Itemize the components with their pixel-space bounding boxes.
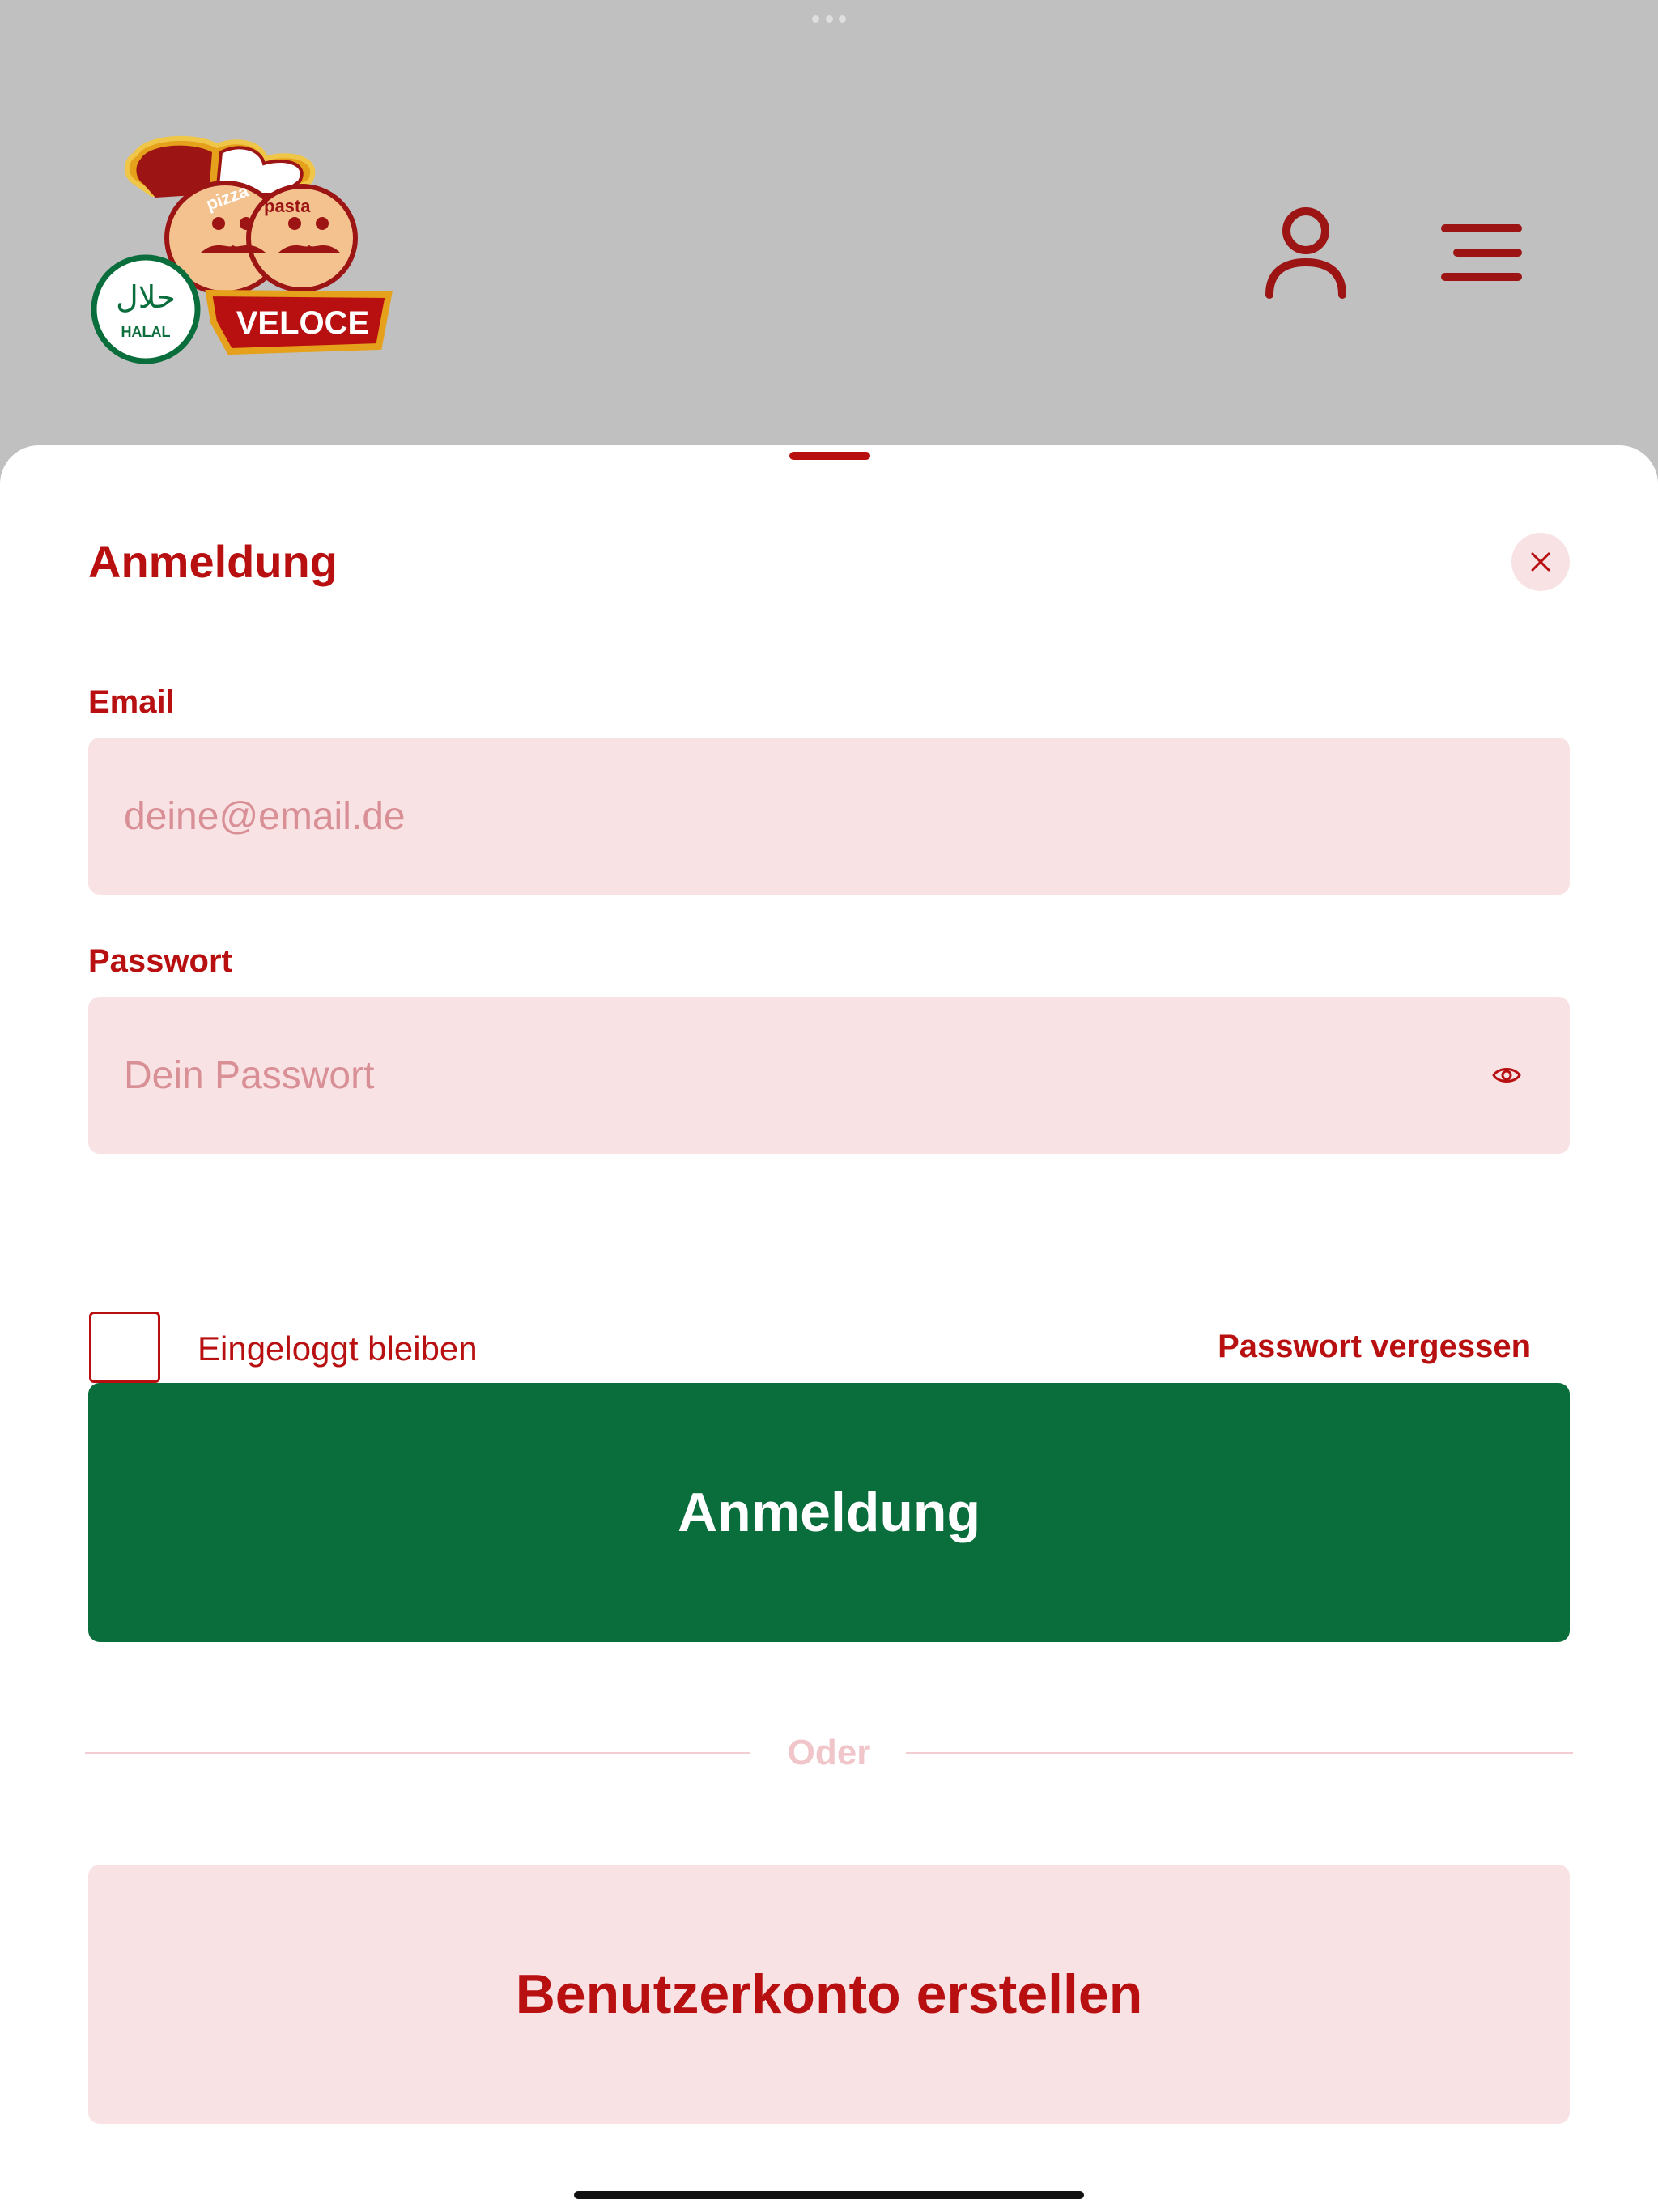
create-account-button[interactable]: Benutzerkonto erstellen [88, 1865, 1570, 2124]
toggle-password-visibility-button[interactable] [1489, 1057, 1524, 1093]
home-indicator[interactable] [574, 2191, 1084, 2199]
password-field[interactable] [88, 997, 1570, 1154]
email-field[interactable] [88, 738, 1570, 895]
forgot-password-link[interactable]: Passwort vergessen [1218, 1326, 1531, 1367]
sheet-grabber[interactable] [789, 452, 870, 460]
logo-pasta-text: pasta [264, 196, 311, 216]
remember-me-checkbox[interactable] [89, 1312, 160, 1383]
brand-logo[interactable]: VELOCE pizza pasta حلال HALAL [87, 134, 405, 371]
dot [839, 15, 846, 23]
multitasking-dots[interactable] [812, 15, 846, 23]
divider-line-right [906, 1752, 1573, 1754]
logo-graphic: VELOCE pizza pasta حلال HALAL [91, 135, 393, 364]
login-title: Anmeldung [88, 536, 338, 587]
dot [812, 15, 819, 23]
close-button[interactable] [1511, 533, 1570, 591]
eye-icon [1492, 1068, 1521, 1083]
halal-arabic-text: حلال [116, 279, 176, 315]
menu-icon[interactable] [1441, 223, 1522, 282]
login-sheet: Anmeldung Email Passwort Eingeloggt blei… [0, 445, 1658, 2212]
remember-me-label[interactable]: Eingeloggt bleiben [198, 1328, 478, 1370]
login-button[interactable]: Anmeldung [88, 1383, 1570, 1642]
user-icon[interactable] [1263, 206, 1349, 300]
email-label: Email [88, 684, 175, 720]
dot [825, 15, 833, 23]
password-field-container [88, 997, 1570, 1154]
close-icon [1531, 552, 1550, 572]
logo-brand-text: VELOCE [236, 305, 369, 341]
password-label: Passwort [88, 943, 232, 979]
email-field-container [88, 738, 1570, 895]
halal-text: HALAL [121, 324, 171, 340]
